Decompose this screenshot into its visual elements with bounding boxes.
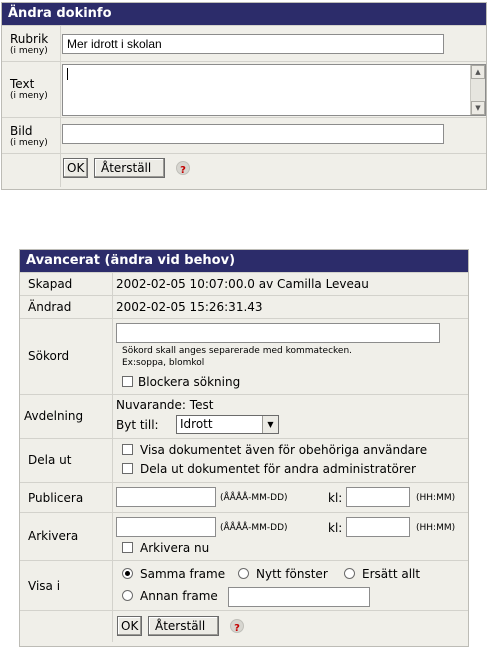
skapad-label: Skapad bbox=[28, 277, 73, 291]
arkivera-nu-checkbox[interactable] bbox=[122, 542, 133, 553]
publicera-label: Publicera bbox=[28, 491, 84, 505]
blockera-checkbox[interactable] bbox=[122, 376, 133, 387]
ersatt-allt-radio[interactable] bbox=[344, 568, 355, 579]
arkivera-kl-label: kl: bbox=[328, 521, 343, 535]
scroll-up-icon[interactable]: ▲ bbox=[471, 65, 485, 79]
bild-label: Bild (i meny) bbox=[10, 124, 48, 148]
andrad-value: 2002-02-05 15:26:31.43 bbox=[116, 300, 263, 314]
andrad-row: Ändrad 2002-02-05 15:26:31.43 bbox=[20, 295, 468, 318]
annan-frame-radio[interactable] bbox=[122, 590, 133, 601]
andrad-label: Ändrad bbox=[28, 300, 72, 314]
annan-frame-label: Annan frame bbox=[140, 589, 218, 603]
arkivera-date-input[interactable] bbox=[116, 517, 216, 537]
text-cursor bbox=[67, 68, 68, 80]
publicera-time-format: (HH:MM) bbox=[416, 493, 456, 503]
rubrik-input[interactable] bbox=[62, 34, 444, 54]
advanced-actions-row: OK Återställ ? bbox=[20, 610, 468, 642]
visa-obehoriga-label: Visa dokumentet även för obehöriga använ… bbox=[140, 443, 428, 457]
rubrik-row: Rubrik (i meny) bbox=[2, 25, 486, 61]
text-label: Text (i meny) bbox=[10, 77, 48, 101]
advanced-help-icon[interactable]: ? bbox=[230, 619, 244, 634]
ok-button[interactable]: OK bbox=[63, 158, 88, 178]
skapad-value: 2002-02-05 10:07:00.0 av Camilla Leveau bbox=[116, 277, 369, 291]
avdelning-row: Avdelning Nuvarande: Test Byt till: Idro… bbox=[20, 394, 468, 438]
arkivera-date-format: (ÅÅÅÅ-MM-DD) bbox=[220, 523, 288, 533]
samma-frame-radio[interactable] bbox=[122, 568, 133, 579]
sokord-row: Sökord Sökord skall anges separerade med… bbox=[20, 318, 468, 394]
publicera-date-format: (ÅÅÅÅ-MM-DD) bbox=[220, 493, 288, 503]
sokord-example: Ex:soppa, blomkol bbox=[122, 358, 205, 368]
sokord-input[interactable] bbox=[116, 323, 440, 343]
chevron-down-icon: ▼ bbox=[262, 416, 278, 433]
ersatt-allt-label: Ersätt allt bbox=[362, 567, 421, 581]
publicera-row: Publicera (ÅÅÅÅ-MM-DD) kl: (HH:MM) bbox=[20, 482, 468, 512]
arkivera-nu-label: Arkivera nu bbox=[140, 541, 210, 555]
doc-info-title: Ändra dokinfo bbox=[2, 3, 486, 25]
advanced-panel: Avancerat (ändra vid behov) Skapad 2002-… bbox=[19, 249, 469, 647]
annan-frame-input[interactable] bbox=[228, 587, 370, 607]
text-textarea[interactable]: ▲ ▼ bbox=[62, 64, 486, 116]
visa-obehoriga-checkbox[interactable] bbox=[122, 444, 133, 455]
text-row: Text (i meny) ▲ ▼ bbox=[2, 61, 486, 117]
advanced-reset-button[interactable]: Återställ bbox=[148, 616, 219, 636]
advanced-title: Avancerat (ändra vid behov) bbox=[20, 250, 468, 272]
avdelning-label: Avdelning bbox=[24, 409, 84, 423]
skapad-row: Skapad 2002-02-05 10:07:00.0 av Camilla … bbox=[20, 272, 468, 295]
dela-ut-row: Dela ut Visa dokumentet även för obehöri… bbox=[20, 438, 468, 482]
publicera-time-input[interactable] bbox=[346, 487, 410, 507]
samma-frame-label: Samma frame bbox=[140, 567, 226, 581]
arkivera-time-input[interactable] bbox=[346, 517, 410, 537]
avdelning-select[interactable]: Idrott ▼ bbox=[176, 415, 279, 434]
blockera-label: Blockera sökning bbox=[138, 375, 241, 389]
reset-button[interactable]: Återställ bbox=[94, 158, 165, 178]
nuvarande-text: Nuvarande: Test bbox=[116, 398, 214, 412]
advanced-ok-button[interactable]: OK bbox=[117, 616, 142, 636]
arkivera-row: Arkivera (ÅÅÅÅ-MM-DD) kl: (HH:MM) Arkive… bbox=[20, 512, 468, 560]
help-icon[interactable]: ? bbox=[176, 161, 190, 176]
sokord-label: Sökord bbox=[28, 349, 70, 363]
avdelning-selected: Idrott bbox=[180, 417, 213, 431]
scroll-down-icon[interactable]: ▼ bbox=[471, 101, 485, 115]
text-sublabel: (i meny) bbox=[10, 91, 48, 101]
bild-sublabel: (i meny) bbox=[10, 138, 48, 148]
sokord-hint: Sökord skall anges separerade med kommat… bbox=[122, 346, 353, 356]
byt-till-label: Byt till: bbox=[116, 418, 159, 432]
bild-row: Bild (i meny) bbox=[2, 117, 486, 153]
visa-i-label: Visa i bbox=[28, 579, 61, 593]
visa-i-row: Visa i Samma frame Nytt fönster Ersätt a… bbox=[20, 560, 468, 610]
rubrik-label: Rubrik (i meny) bbox=[10, 32, 49, 56]
dela-administratorer-checkbox[interactable] bbox=[122, 463, 133, 474]
text-scrollbar[interactable]: ▲ ▼ bbox=[470, 65, 485, 115]
dela-ut-label: Dela ut bbox=[28, 453, 72, 467]
bild-input[interactable] bbox=[62, 124, 444, 144]
dela-administratorer-label: Dela ut dokumentet för andra administrat… bbox=[140, 462, 416, 476]
nytt-fonster-radio[interactable] bbox=[238, 568, 249, 579]
publicera-date-input[interactable] bbox=[116, 487, 216, 507]
doc-info-panel: Ändra dokinfo Rubrik (i meny) Text (i me… bbox=[1, 2, 487, 190]
publicera-kl-label: kl: bbox=[328, 491, 343, 505]
arkivera-label: Arkivera bbox=[28, 529, 79, 543]
arkivera-time-format: (HH:MM) bbox=[416, 523, 456, 533]
rubrik-sublabel: (i meny) bbox=[10, 46, 48, 56]
doc-actions-row: OK Återställ ? bbox=[2, 153, 486, 187]
nytt-fonster-label: Nytt fönster bbox=[256, 567, 328, 581]
